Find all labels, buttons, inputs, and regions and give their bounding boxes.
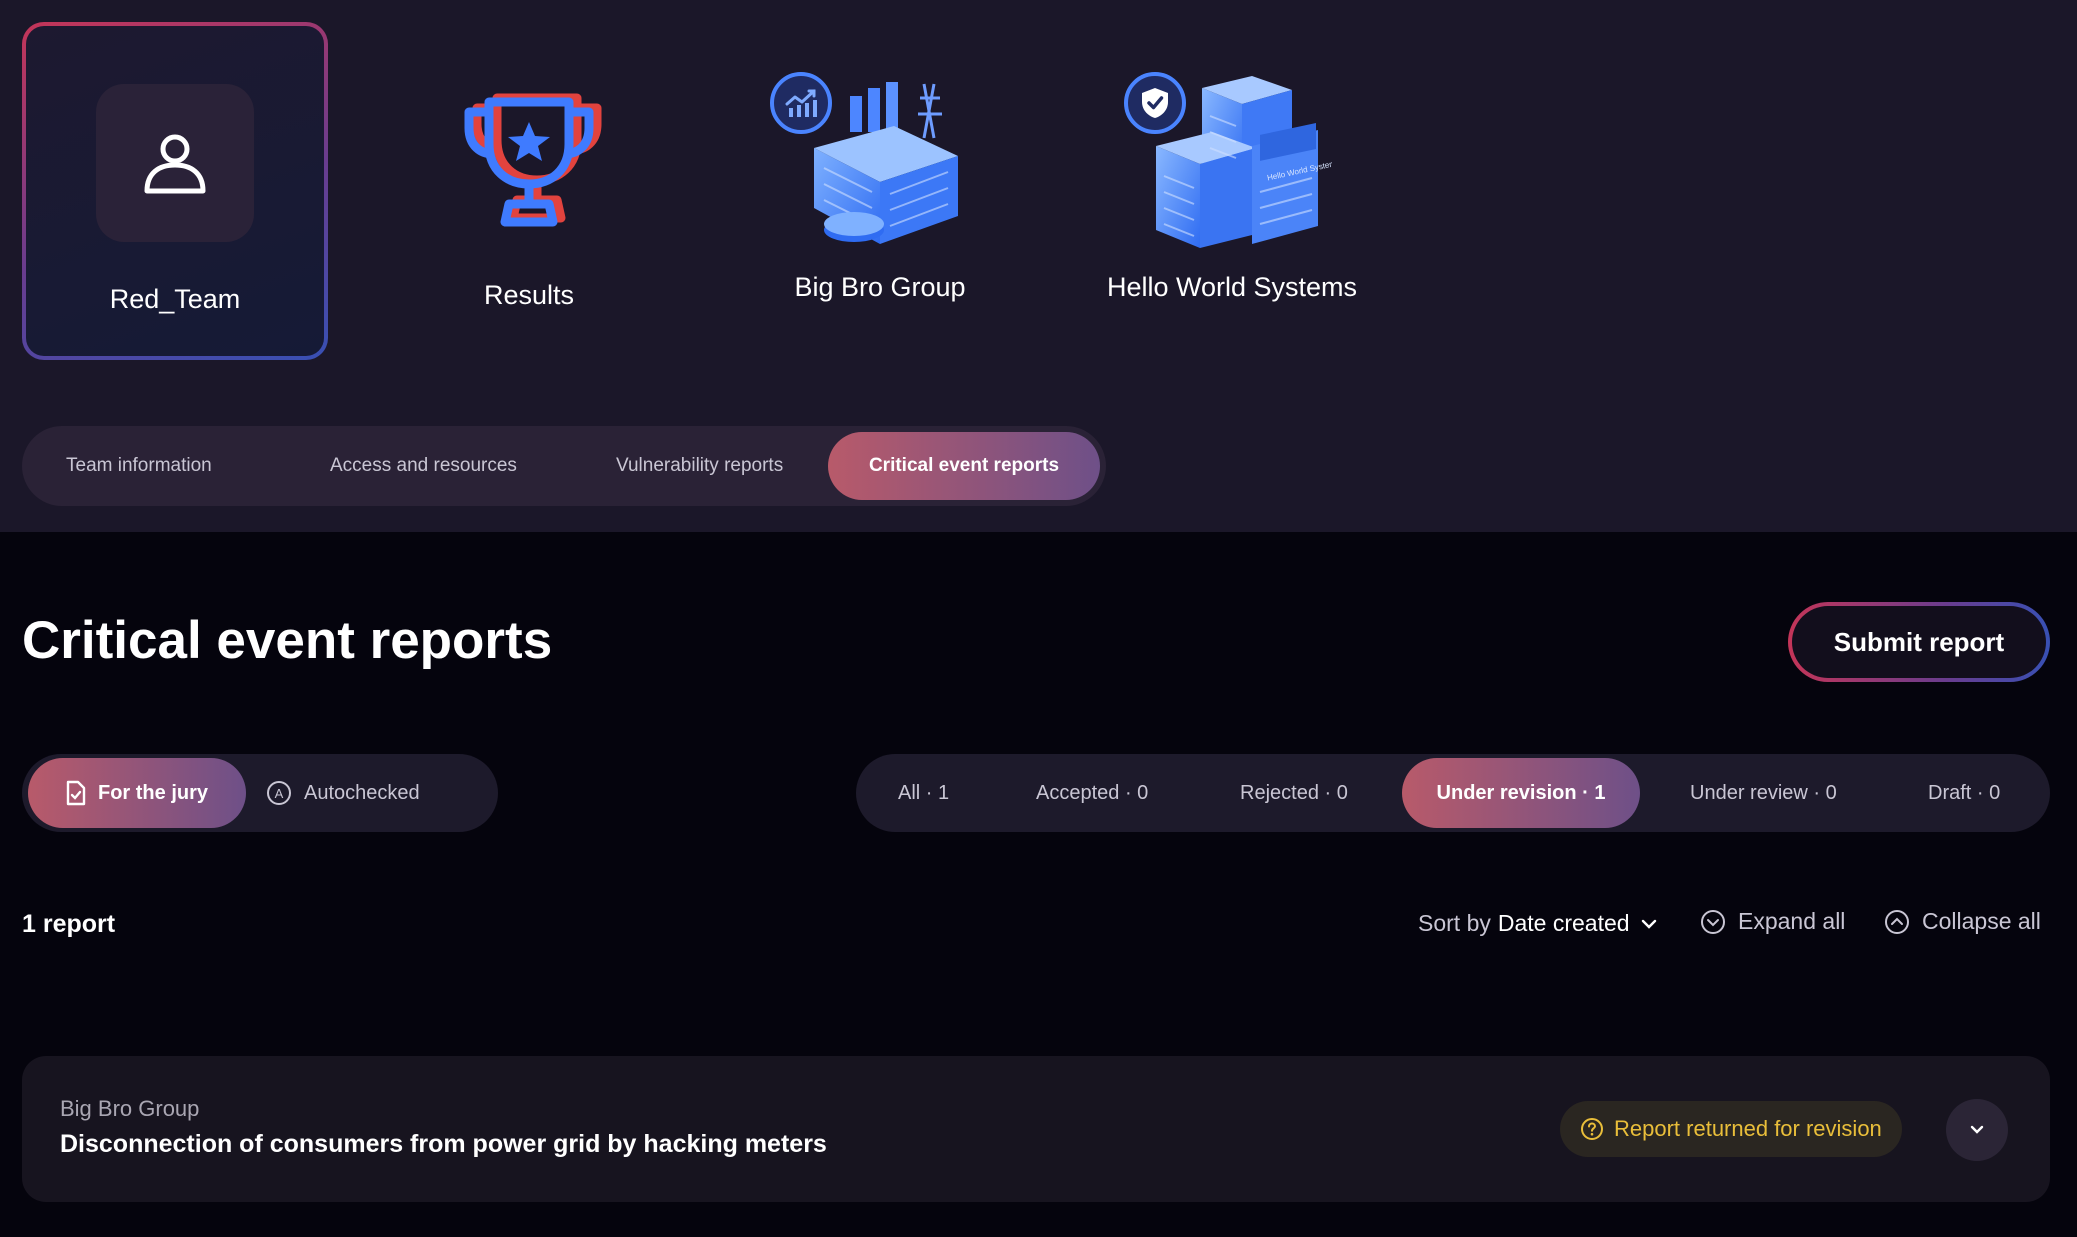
filter-accepted[interactable]: Accepted · 0 xyxy=(1036,758,1148,828)
filter-under-revision[interactable]: Under revision · 1 xyxy=(1402,758,1640,828)
results-label: Results xyxy=(483,280,575,310)
collapse-all-label: Collapse all xyxy=(1922,908,2041,934)
tab-critical-event-reports[interactable]: Critical event reports xyxy=(828,432,1100,500)
filter-draft[interactable]: Draft · 0 xyxy=(1928,758,2000,828)
tab-access-and-resources[interactable]: Access and resources xyxy=(292,432,555,500)
top-panel: Red_Team Results Big Bro Group Hello Wor… xyxy=(0,0,2077,532)
collapse-circle-icon xyxy=(1885,909,1909,934)
tab-team-information[interactable]: Team information xyxy=(28,432,250,500)
chevron-down-icon xyxy=(1970,1125,1984,1134)
expand-all-label: Expand all xyxy=(1738,908,1846,934)
expand-circle-icon xyxy=(1701,909,1725,934)
trophy-icon[interactable] xyxy=(455,92,603,240)
report-card[interactable]: Big Bro Group Disconnection of consumers… xyxy=(22,1056,2050,1202)
section-tabs: Team information Access and resources Vu… xyxy=(22,426,1106,506)
document-check-icon xyxy=(66,780,86,806)
expand-report-button[interactable] xyxy=(1946,1099,2008,1161)
avatar xyxy=(96,84,254,242)
question-circle-icon xyxy=(1581,1118,1603,1140)
filter-for-the-jury[interactable]: For the jury xyxy=(28,758,246,828)
sort-prefix: Sort by xyxy=(1418,910,1491,936)
team-card[interactable]: Red_Team xyxy=(22,22,328,360)
report-count: 1 report xyxy=(22,910,116,938)
user-icon xyxy=(144,134,206,194)
shield-badge-icon xyxy=(1124,72,1186,134)
filter-all[interactable]: All · 1 xyxy=(898,758,949,828)
tab-vulnerability-reports[interactable]: Vulnerability reports xyxy=(578,432,821,500)
team-card-label: Red_Team xyxy=(109,284,241,314)
collapse-all-button[interactable]: Collapse all xyxy=(1884,908,2041,935)
auto-icon: A xyxy=(267,781,291,805)
filter-rejected[interactable]: Rejected · 0 xyxy=(1240,758,1348,828)
sort-dropdown[interactable]: Sort by Date created xyxy=(1418,910,1658,937)
submit-report-button[interactable]: Submit report xyxy=(1788,602,2050,682)
filter-for-the-jury-label: For the jury xyxy=(98,782,209,804)
analytics-badge-icon xyxy=(770,72,832,134)
source-filter: For the jury A Autochecked xyxy=(22,754,498,832)
report-company: Big Bro Group xyxy=(60,1096,200,1121)
status-filter: All · 1 Accepted · 0 Rejected · 0 Under … xyxy=(856,754,2050,832)
expand-all-button[interactable]: Expand all xyxy=(1700,908,1845,935)
status-badge-label: Report returned for revision xyxy=(1614,1116,1882,1141)
svg-text:A: A xyxy=(275,786,284,801)
status-badge: Report returned for revision xyxy=(1560,1101,1902,1157)
filter-autochecked[interactable]: A Autochecked xyxy=(266,758,420,828)
company-label-hello-world: Hello World Systems xyxy=(1106,272,1358,302)
company-label-big-bro: Big Bro Group xyxy=(794,272,966,302)
chevron-down-icon xyxy=(1641,919,1656,929)
filter-autochecked-label: Autochecked xyxy=(304,782,420,804)
page-title: Critical event reports xyxy=(22,611,553,670)
filter-under-review[interactable]: Under review · 0 xyxy=(1690,758,1837,828)
sort-value: Date created xyxy=(1497,910,1630,936)
report-title[interactable]: Disconnection of consumers from power gr… xyxy=(60,1130,827,1159)
